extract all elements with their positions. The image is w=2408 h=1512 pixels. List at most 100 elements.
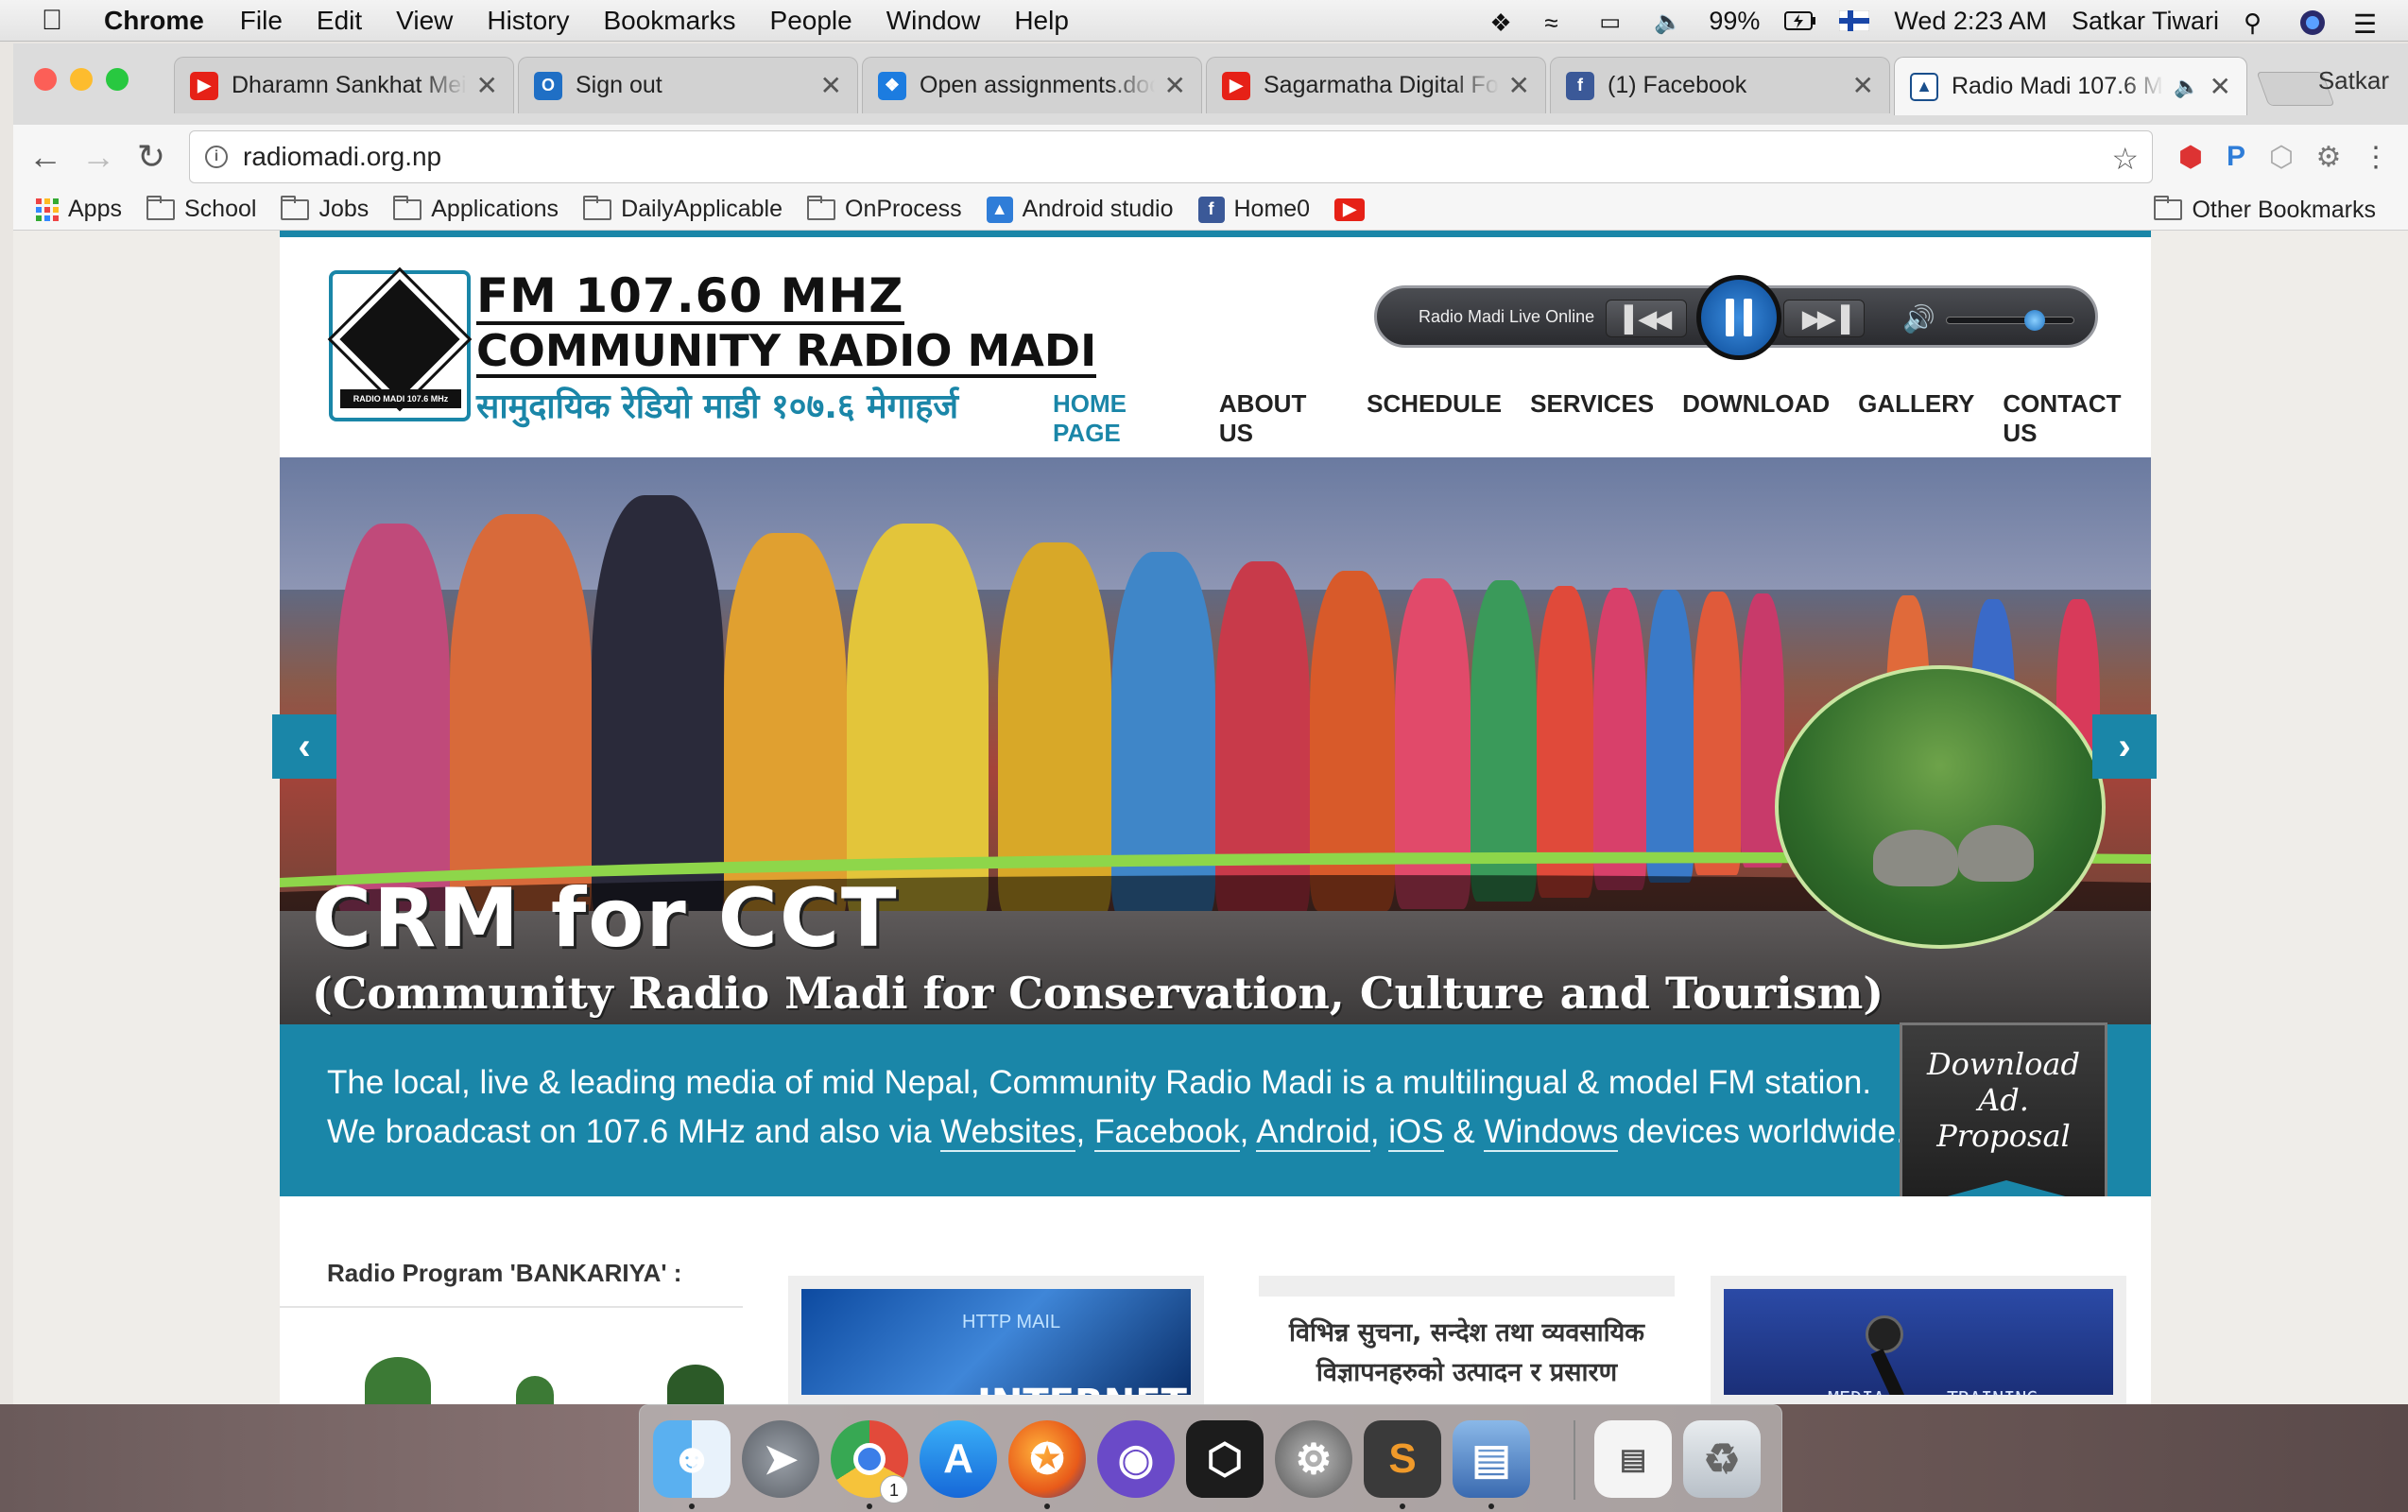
- volume-slider-knob[interactable]: [2024, 310, 2045, 331]
- dock-trash-icon[interactable]: ♻: [1683, 1420, 1761, 1498]
- battery-icon[interactable]: [1784, 9, 1816, 33]
- address-bar[interactable]: i radiomadi.org.np ☆: [189, 130, 2153, 183]
- menu-window[interactable]: Window: [886, 6, 981, 36]
- menu-view[interactable]: View: [396, 6, 453, 36]
- internet-card[interactable]: HTTP MAIL INTERNET: [788, 1276, 1204, 1404]
- notice-card[interactable]: विभिन्न सुचना, सन्देश तथा व्यवसायिक विज्…: [1259, 1276, 1675, 1404]
- close-tab-icon[interactable]: ✕: [1508, 70, 1530, 101]
- tab-radio-madi[interactable]: ▲ Radio Madi 107.6 MHz 🔈 ✕: [1894, 57, 2247, 115]
- close-tab-icon[interactable]: ✕: [1164, 70, 1186, 101]
- dock-preview-icon[interactable]: ▤: [1453, 1420, 1530, 1498]
- bookmark-folder-jobs[interactable]: Jobs: [281, 195, 369, 223]
- bookmark-folder-dailyapplicable[interactable]: DailyApplicable: [583, 195, 783, 223]
- nav-contact-us[interactable]: CONTACT US: [2003, 389, 2151, 448]
- nav-about-us[interactable]: ABOUT US: [1219, 389, 1338, 448]
- tab-audio-playing-icon[interactable]: 🔈: [2174, 75, 2199, 99]
- bookmark-other-bookmarks[interactable]: Other Bookmarks: [2154, 189, 2376, 231]
- pause-button[interactable]: [1696, 275, 1781, 360]
- profile-button[interactable]: Satkar: [2318, 66, 2389, 95]
- volume-icon[interactable]: 🔈: [1654, 9, 1684, 35]
- brand-nepali-name[interactable]: सामुदायिक रेडियो माडी १०७.६ मेगाहर्ज: [476, 382, 958, 428]
- slider-next-button[interactable]: ›: [2092, 714, 2157, 779]
- brand-frequency[interactable]: FM 107.60 MHZ: [476, 268, 904, 325]
- link-windows[interactable]: Windows: [1484, 1113, 1619, 1152]
- link-ios[interactable]: iOS: [1388, 1113, 1444, 1152]
- nav-gallery[interactable]: GALLERY: [1858, 389, 1974, 448]
- extension-adblock-icon[interactable]: ⬢: [2172, 138, 2210, 176]
- bookmark-star-icon[interactable]: ☆: [2111, 141, 2139, 177]
- back-button[interactable]: ←: [23, 134, 68, 180]
- dropbox-status-icon[interactable]: ❖: [1489, 9, 1520, 37]
- notification-center-icon[interactable]: ☰: [2353, 9, 2383, 39]
- tab-dropbox-assignments[interactable]: ❖ Open assignments.docx ✕: [862, 57, 1202, 113]
- previous-track-button[interactable]: ▌◀◀: [1606, 300, 1687, 337]
- menu-help[interactable]: Help: [1014, 6, 1069, 36]
- wifi-icon[interactable]: ≈: [1544, 9, 1574, 37]
- nav-services[interactable]: SERVICES: [1530, 389, 1654, 448]
- nav-download[interactable]: DOWNLOAD: [1682, 389, 1830, 448]
- dock-github-desktop-icon[interactable]: ◉: [1097, 1420, 1175, 1498]
- extension-pocket-icon[interactable]: P: [2217, 138, 2255, 176]
- next-track-button[interactable]: ▶▶▐: [1783, 300, 1865, 337]
- nav-home-page[interactable]: HOME PAGE: [1053, 389, 1191, 448]
- menu-people[interactable]: People: [770, 6, 852, 36]
- bookmark-folder-school[interactable]: School: [146, 195, 256, 223]
- menu-file[interactable]: File: [240, 6, 283, 36]
- dock-system-preferences-icon[interactable]: ⚙: [1275, 1420, 1352, 1498]
- volume-icon[interactable]: 🔊: [1902, 303, 1935, 335]
- extension-gear-icon[interactable]: ⚙: [2310, 138, 2348, 176]
- bookmark-folder-onprocess[interactable]: OnProcess: [807, 195, 962, 223]
- url-text[interactable]: radiomadi.org.np: [243, 142, 441, 172]
- dock-sublime-text-icon[interactable]: S: [1364, 1420, 1441, 1498]
- window-zoom-button[interactable]: [106, 68, 129, 91]
- airplay-icon[interactable]: ▭: [1599, 9, 1629, 35]
- slider-prev-button[interactable]: ‹: [272, 714, 336, 779]
- link-android[interactable]: Android: [1256, 1113, 1370, 1152]
- media-training-card[interactable]: MEDIA TRAINING: [1711, 1276, 2126, 1404]
- bookmark-folder-applications[interactable]: Applications: [393, 195, 559, 223]
- close-tab-icon[interactable]: ✕: [476, 70, 498, 101]
- volume-slider[interactable]: [1946, 310, 2074, 331]
- site-info-icon[interactable]: i: [205, 146, 228, 168]
- dock-unity-icon[interactable]: ⬡: [1186, 1420, 1264, 1498]
- menu-app-name[interactable]: Chrome: [104, 6, 204, 36]
- user-name[interactable]: Satkar Tiwari: [2072, 7, 2219, 36]
- radio-madi-logo[interactable]: RADIO MADI 107.6 MHz: [327, 266, 473, 421]
- bookmark-apps[interactable]: Apps: [36, 196, 122, 223]
- clock[interactable]: Wed 2:23 AM: [1894, 7, 2047, 36]
- brand-name[interactable]: COMMUNITY RADIO MADI: [476, 325, 1097, 378]
- close-tab-icon[interactable]: ✕: [820, 70, 842, 101]
- bookmark-home0[interactable]: f Home0: [1197, 196, 1310, 223]
- close-tab-icon[interactable]: ✕: [2210, 71, 2231, 102]
- dock-firefox-icon[interactable]: ✪: [1008, 1420, 1086, 1498]
- link-facebook[interactable]: Facebook: [1093, 1113, 1240, 1152]
- apple-menu-icon[interactable]: : [0, 5, 104, 37]
- dock-launchpad-icon[interactable]: ➤: [742, 1420, 819, 1498]
- close-tab-icon[interactable]: ✕: [1852, 70, 1874, 101]
- window-close-button[interactable]: [34, 68, 57, 91]
- dock-downloads-stack-icon[interactable]: ▤: [1594, 1420, 1672, 1498]
- menu-bookmarks[interactable]: Bookmarks: [603, 6, 735, 36]
- tab-youtube-dharamn[interactable]: ▶ Dharamn Sankhat Meiri ✕: [174, 57, 514, 113]
- battery-percent[interactable]: 99%: [1709, 7, 1760, 36]
- download-ad-proposal-button[interactable]: Download Ad. Proposal: [1900, 1022, 2110, 1209]
- menu-history[interactable]: History: [487, 6, 569, 36]
- extension-shield-icon[interactable]: ⬡: [2262, 138, 2300, 176]
- menu-edit[interactable]: Edit: [317, 6, 362, 36]
- window-minimize-button[interactable]: [70, 68, 93, 91]
- reload-button[interactable]: ↻: [129, 134, 174, 180]
- bookmark-youtube[interactable]: ▶: [1334, 198, 1374, 221]
- tab-youtube-sagarmatha[interactable]: ▶ Sagarmatha Digital Folk ✕: [1206, 57, 1546, 113]
- dock-app-store-icon[interactable]: A: [920, 1420, 997, 1498]
- tab-sign-out[interactable]: O Sign out ✕: [518, 57, 858, 113]
- spotlight-search-icon[interactable]: ⚲: [2244, 9, 2274, 37]
- link-websites[interactable]: Websites: [940, 1113, 1076, 1152]
- chrome-menu-icon[interactable]: ⋮: [2357, 138, 2395, 176]
- hero-slider-image[interactable]: CRM for CCT (Community Radio Madi for Co…: [280, 457, 2151, 1024]
- dock-finder-icon[interactable]: ☻: [653, 1420, 731, 1498]
- forward-button[interactable]: →: [76, 134, 121, 180]
- tab-facebook[interactable]: f (1) Facebook ✕: [1550, 57, 1890, 113]
- finland-flag-icon[interactable]: [1838, 9, 1870, 33]
- bookmark-android-studio[interactable]: ▲ Android studio: [986, 196, 1174, 223]
- siri-icon[interactable]: [2298, 9, 2329, 35]
